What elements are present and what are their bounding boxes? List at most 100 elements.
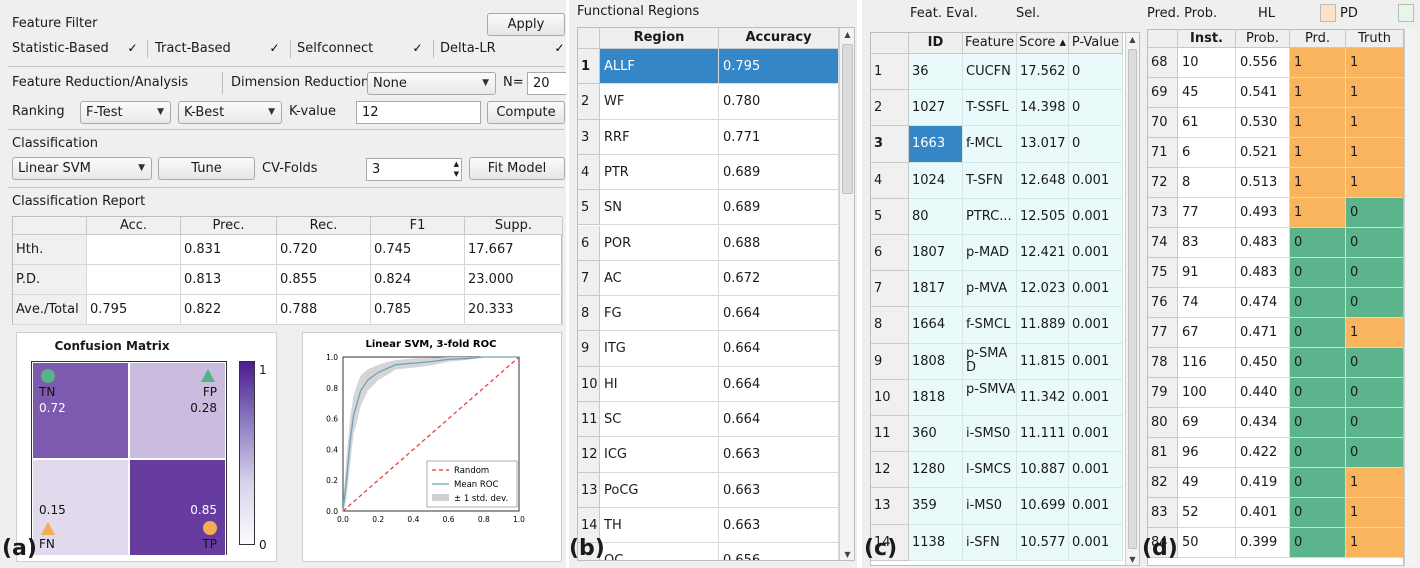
- pred-col-header[interactable]: Truth: [1346, 30, 1403, 48]
- table-row[interactable]: 74 83 0.483 0 0: [1148, 228, 1403, 258]
- truth: 0: [1346, 198, 1403, 228]
- row-number: 1: [578, 49, 600, 85]
- row-number: 76: [1148, 288, 1178, 318]
- regions-col-header[interactable]: Region: [600, 28, 719, 49]
- table-row[interactable]: 2 WF 0.780: [578, 84, 839, 120]
- check-statistic[interactable]: ✓: [126, 42, 139, 55]
- table-row[interactable]: 5 80 PTRC... 12.505 0.001: [871, 198, 1123, 235]
- table-row[interactable]: 82 49 0.419 0 1: [1148, 468, 1403, 498]
- table-row[interactable]: 80 69 0.434 0 0: [1148, 408, 1403, 438]
- table-row[interactable]: 9 ITG 0.664: [578, 331, 839, 367]
- report-row-label: Hth.: [13, 235, 87, 265]
- report-cell: 0.822: [181, 295, 277, 325]
- scroll-thumb[interactable]: [1128, 49, 1137, 549]
- table-row[interactable]: 10 HI 0.664: [578, 366, 839, 402]
- table-row[interactable]: 12 ICG 0.663: [578, 437, 839, 473]
- table-row[interactable]: 84 50 0.399 0 1: [1148, 528, 1403, 558]
- instance-id: 69: [1178, 408, 1236, 438]
- table-row[interactable]: 8 1664 f-SMCL 11.889 0.001: [871, 307, 1123, 344]
- kvalue-label: K-value: [289, 104, 337, 119]
- regions-scrollbar[interactable]: ▲ ▼: [839, 28, 854, 560]
- table-row[interactable]: 14 1138 i-SFN 10.577 0.001: [871, 524, 1123, 561]
- pred-col-header[interactable]: Prd.: [1290, 30, 1346, 48]
- confusion-tag: FN: [39, 537, 55, 551]
- table-row[interactable]: 72 8 0.513 1 1: [1148, 168, 1403, 198]
- tune-button[interactable]: Tune: [158, 157, 255, 180]
- table-row[interactable]: 2 1027 T-SSFL 14.398 0: [871, 90, 1123, 127]
- pred-col-header[interactable]: Prob.: [1236, 30, 1290, 48]
- table-row[interactable]: 76 74 0.474 0 0: [1148, 288, 1403, 318]
- scroll-up-icon[interactable]: ▲: [1126, 33, 1139, 47]
- row-number: 13: [871, 488, 909, 525]
- ranking-select[interactable]: F-Test ▼: [80, 101, 171, 124]
- table-row[interactable]: 83 52 0.401 0 1: [1148, 498, 1403, 528]
- spin-down-icon[interactable]: ▼: [454, 169, 459, 179]
- probability: 0.474: [1236, 288, 1290, 318]
- table-row[interactable]: 12 1280 l-SMCS 10.887 0.001: [871, 452, 1123, 489]
- table-row[interactable]: 69 45 0.541 1 1: [1148, 78, 1403, 108]
- feat-col-header[interactable]: P-Value: [1069, 33, 1123, 54]
- table-row[interactable]: 77 67 0.471 0 1: [1148, 318, 1403, 348]
- probability: 0.450: [1236, 348, 1290, 378]
- table-row[interactable]: 9 1808 p-SMAD 11.815 0.001: [871, 343, 1123, 380]
- dim-reduction-select[interactable]: None ▼: [367, 72, 496, 95]
- feat-scrollbar[interactable]: ▲ ▼: [1125, 33, 1139, 565]
- table-row[interactable]: 10 1818 p-SMVA 11.342 0.001: [871, 379, 1123, 416]
- table-row[interactable]: 6 1807 p-MAD 12.421 0.001: [871, 235, 1123, 272]
- table-row[interactable]: 79 100 0.440 0 0: [1148, 378, 1403, 408]
- model-select[interactable]: Linear SVM ▼: [12, 157, 152, 180]
- n-input[interactable]: 20: [527, 72, 566, 95]
- table-row[interactable]: 5 SN 0.689: [578, 190, 839, 226]
- apply-button[interactable]: Apply: [487, 13, 565, 36]
- compute-button[interactable]: Compute: [487, 101, 565, 124]
- table-row[interactable]: 70 61 0.530 1 1: [1148, 108, 1403, 138]
- report-cell: 0.824: [371, 265, 465, 295]
- prediction-scrollbar[interactable]: [1404, 29, 1417, 566]
- table-row[interactable]: 11 360 i-SMS0 11.111 0.001: [871, 416, 1123, 453]
- fit-model-button[interactable]: Fit Model: [469, 157, 565, 180]
- pd-color-swatch[interactable]: [1398, 4, 1414, 22]
- table-row[interactable]: 7 AC 0.672: [578, 260, 839, 297]
- scroll-down-icon[interactable]: ▼: [1126, 553, 1139, 565]
- table-row[interactable]: 73 77 0.493 1 0: [1148, 198, 1403, 228]
- hl-color-swatch[interactable]: [1320, 4, 1336, 22]
- table-row[interactable]: 1 36 CUCFN 17.562 0: [871, 54, 1123, 91]
- table-row[interactable]: 68 10 0.556 1 1: [1148, 48, 1403, 78]
- regions-col-header[interactable]: Accuracy: [719, 28, 839, 49]
- table-row[interactable]: 4 1024 T-SFN 12.648 0.001: [871, 162, 1123, 199]
- table-row[interactable]: 78 116 0.450 0 0: [1148, 348, 1403, 378]
- scroll-down-icon[interactable]: ▼: [840, 548, 854, 560]
- table-row[interactable]: 81 96 0.422 0 0: [1148, 438, 1403, 468]
- check-selfconnect[interactable]: ✓: [411, 42, 424, 55]
- kvalue-input[interactable]: 12: [356, 101, 481, 124]
- feat-col-header[interactable]: Feature: [963, 33, 1017, 54]
- table-row[interactable]: 13 359 i-MS0 10.699 0.001: [871, 488, 1123, 525]
- kbest-select[interactable]: K-Best ▼: [178, 101, 282, 124]
- prediction-table: Inst. Prob. Prd. Truth 68 10 0.556 1 1 69 45 0.541 1…: [1147, 29, 1404, 566]
- table-row[interactable]: 3 1663 f-MCL 13.017 0: [871, 126, 1123, 163]
- table-row[interactable]: 7 1817 p-MVA 12.023 0.001: [871, 271, 1123, 308]
- table-row[interactable]: 75 91 0.483 0 0: [1148, 258, 1403, 288]
- table-row[interactable]: OC 0.656: [578, 543, 839, 560]
- table-row[interactable]: 1 ALLF 0.795: [578, 49, 839, 85]
- scroll-thumb[interactable]: [842, 44, 853, 194]
- check-tract[interactable]: ✓: [268, 42, 281, 55]
- cv-folds-spinbox[interactable]: 3 ▲ ▼: [366, 158, 462, 181]
- table-row[interactable]: 3 RRF 0.771: [578, 119, 839, 155]
- table-row[interactable]: 14 TH 0.663: [578, 507, 839, 544]
- row-number: 11: [578, 402, 600, 438]
- scroll-up-icon[interactable]: ▲: [840, 28, 854, 42]
- table-row[interactable]: 4 PTR 0.689: [578, 154, 839, 191]
- table-row[interactable]: 11 SC 0.664: [578, 402, 839, 438]
- spin-up-icon[interactable]: ▲: [454, 159, 459, 169]
- check-label-delta-lr: Delta-LR: [440, 41, 496, 56]
- report-cell: 0.855: [277, 265, 371, 295]
- pred-col-header[interactable]: Inst.: [1178, 30, 1236, 48]
- table-row[interactable]: 71 6 0.521 1 1: [1148, 138, 1403, 168]
- table-row[interactable]: 13 PoCG 0.663: [578, 472, 839, 508]
- table-row[interactable]: 8 FG 0.664: [578, 296, 839, 332]
- feat-col-header[interactable]: ID: [909, 33, 963, 54]
- feat-col-header[interactable]: Score ▴: [1017, 33, 1069, 54]
- check-delta-lr[interactable]: ✓: [553, 42, 566, 55]
- table-row[interactable]: 6 POR 0.688: [578, 225, 839, 261]
